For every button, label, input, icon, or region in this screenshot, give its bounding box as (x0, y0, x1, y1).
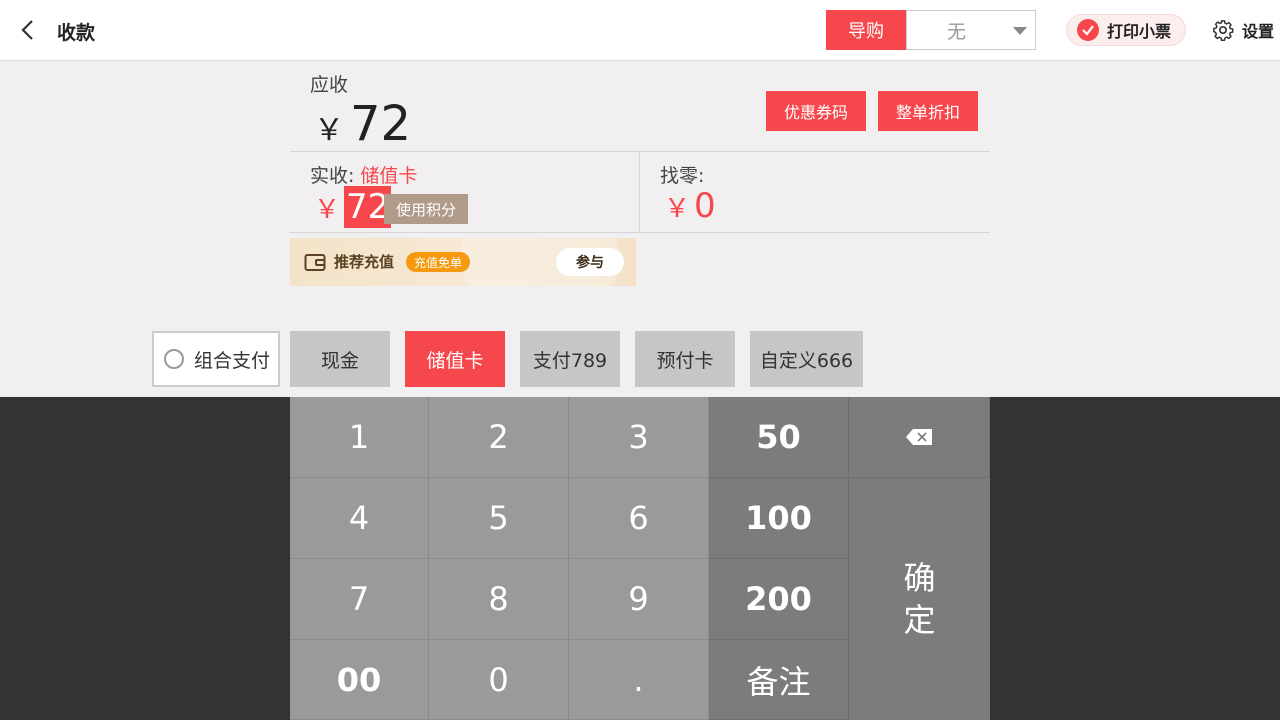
guide-select[interactable]: 无 (906, 10, 1036, 50)
back-icon[interactable] (18, 19, 38, 41)
confirm-label: 确定 (903, 559, 936, 639)
actual-received-label: 实收: 储值卡 (310, 161, 417, 188)
key-8[interactable]: 8 (429, 559, 569, 640)
key-decimal[interactable]: . (569, 640, 709, 720)
divider (639, 152, 640, 232)
change-label: 找零: (660, 165, 705, 187)
key-4[interactable]: 4 (290, 478, 429, 559)
pay-method-stored-card[interactable]: 储值卡 (405, 331, 505, 387)
join-promo-button[interactable]: 参与 (556, 248, 624, 276)
settings-label: 设置 (1242, 22, 1275, 41)
use-points-button[interactable]: 使用积分 (384, 194, 468, 224)
key-9[interactable]: 9 (569, 559, 709, 640)
actual-received-text: 实收: (310, 165, 355, 187)
change-amount: ￥ 0 (664, 186, 716, 226)
print-receipt-toggle[interactable]: 打印小票 (1066, 14, 1186, 46)
actual-payment-method: 储值卡 (360, 165, 418, 187)
gear-icon (1213, 20, 1234, 41)
receivable-amount: ￥ 72 (314, 96, 411, 152)
pay-method-custom666[interactable]: 自定义666 (750, 331, 863, 387)
pay-method-pay789[interactable]: 支付789 (520, 331, 620, 387)
key-1[interactable]: 1 (290, 397, 429, 478)
currency-symbol: ￥ (664, 193, 691, 224)
key-2[interactable]: 2 (429, 397, 569, 478)
combined-payment-option[interactable]: 组合支付 (152, 331, 280, 387)
guide-label: 导购 (826, 10, 906, 50)
page-title: 收款 (57, 22, 96, 44)
receivable-value: 72 (350, 96, 412, 152)
key-100[interactable]: 100 (709, 478, 849, 559)
backspace-key[interactable] (849, 397, 990, 478)
currency-symbol: ￥ (314, 113, 344, 148)
confirm-button[interactable]: 确定 (849, 478, 990, 720)
recharge-promo-banner: 推荐充值 充值免单 参与 (290, 238, 636, 286)
divider (290, 232, 990, 233)
key-200[interactable]: 200 (709, 559, 849, 640)
pay-method-cash[interactable]: 现金 (290, 331, 390, 387)
key-3[interactable]: 3 (569, 397, 709, 478)
divider (290, 151, 990, 152)
combined-payment-label: 组合支付 (194, 349, 271, 372)
key-50[interactable]: 50 (709, 397, 849, 478)
key-00[interactable]: 00 (290, 640, 429, 720)
radio-icon (164, 349, 184, 369)
receivable-label: 应收 (310, 74, 349, 96)
guide-select-value: 无 (947, 20, 967, 43)
pay-method-prepaid-card[interactable]: 预付卡 (635, 331, 735, 387)
key-5[interactable]: 5 (429, 478, 569, 559)
promo-title: 推荐充值 (334, 253, 395, 271)
promo-badge: 充值免单 (406, 252, 471, 272)
print-receipt-label: 打印小票 (1107, 22, 1172, 41)
note-key[interactable]: 备注 (709, 640, 849, 720)
key-0[interactable]: 0 (429, 640, 569, 720)
actual-received-amount[interactable]: ￥ 72 (314, 186, 392, 228)
change-value: 0 (694, 186, 716, 226)
order-discount-button[interactable]: 整单折扣 (878, 91, 978, 131)
coupon-code-button[interactable]: 优惠券码 (766, 91, 866, 131)
key-7[interactable]: 7 (290, 559, 429, 640)
currency-symbol: ￥ (314, 194, 341, 225)
key-6[interactable]: 6 (569, 478, 709, 559)
check-icon (1077, 19, 1099, 41)
chevron-down-icon (1013, 27, 1027, 35)
backspace-icon (906, 429, 932, 445)
settings-button[interactable]: 设置 (1212, 18, 1274, 42)
top-bar: 收款 导购 无 打印小票 设置 (0, 0, 1280, 61)
wallet-icon (304, 254, 326, 271)
